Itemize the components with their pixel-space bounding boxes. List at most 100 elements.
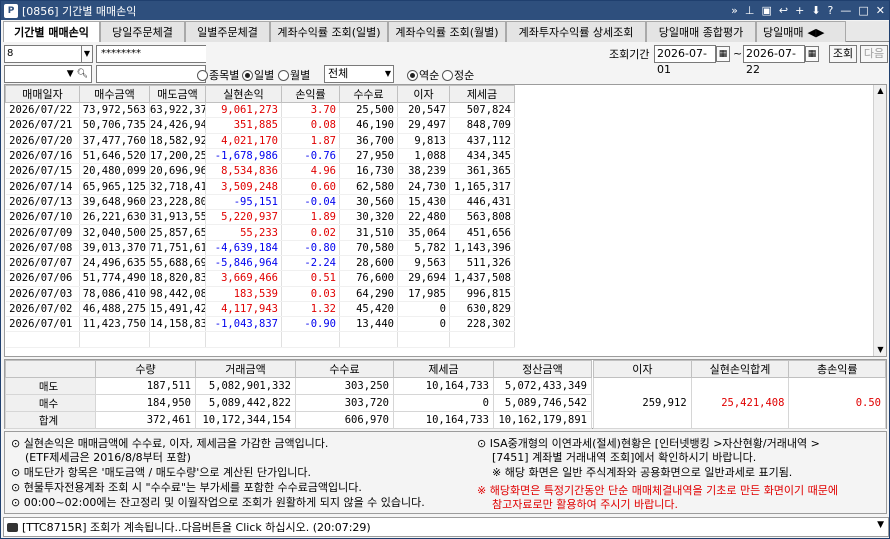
summary-header: 수량: [95, 360, 196, 378]
tab-return-detail[interactable]: 계좌투자수익률 상세조회: [506, 21, 646, 42]
table-cell: 0.03: [281, 286, 340, 302]
summary-cell: 372,461: [95, 411, 196, 429]
tab-scroll-icon[interactable]: ◀▶: [807, 26, 824, 39]
grid-header[interactable]: 매수금액: [79, 85, 150, 103]
table-row[interactable]: 2026/07/1339,648,96023,228,800-95,151-0.…: [5, 194, 515, 211]
table-cell: 1,143,396: [449, 240, 515, 256]
grid-header[interactable]: 수수료: [339, 85, 398, 103]
maximize-icon[interactable]: □: [858, 4, 868, 17]
note-left-5: ⊙ 00:00~02:00에는 잔고정리 및 이월작업으로 조회가 원활하게 되…: [11, 496, 425, 509]
close-icon[interactable]: ✕: [876, 4, 885, 17]
table-cell: 17,985: [397, 286, 450, 302]
table-row[interactable]: 2026/07/1520,480,09920,696,9618,534,8364…: [5, 163, 515, 180]
grid-header[interactable]: 매도금액: [149, 85, 206, 103]
realized-total-header: 실현손익합계: [690, 360, 790, 378]
search-button[interactable]: 조회: [829, 45, 857, 63]
radio-forward[interactable]: 정순: [442, 67, 474, 83]
grid-header[interactable]: 제세금: [449, 85, 515, 103]
radio-circle[interactable]: [407, 69, 418, 81]
pin-icon[interactable]: ⊥: [745, 4, 755, 17]
grid-scrollbar[interactable]: ▲ ▼: [873, 85, 886, 356]
table-cell: -1,043,837: [205, 316, 282, 333]
radio-by-item[interactable]: 종목별: [197, 67, 239, 83]
help-icon[interactable]: ?: [828, 4, 834, 17]
table-cell: 1.87: [281, 133, 340, 149]
table-cell: 2026/07/07: [5, 255, 80, 272]
link-icon[interactable]: ↩: [779, 4, 788, 17]
table-cell: 1.89: [281, 209, 340, 226]
table-row[interactable]: 2026/07/2150,706,73524,426,945351,8850.0…: [5, 117, 515, 134]
table-cell: 31,510: [339, 224, 398, 241]
code-search-field[interactable]: ▼ 🔍︎: [4, 65, 92, 83]
tab-today-trade[interactable]: 당일매매 ◀▶: [756, 21, 846, 42]
radio-reverse[interactable]: 역순: [407, 67, 439, 83]
radio-daily[interactable]: 일별: [242, 67, 274, 83]
table-cell: 15,491,423: [149, 301, 206, 318]
table-cell: 37,477,760: [79, 133, 150, 149]
calendar-to-icon[interactable]: ▦: [805, 46, 819, 62]
table-cell: 9,563: [397, 255, 450, 272]
search-icon[interactable]: 🔍︎: [77, 69, 88, 79]
add-icon[interactable]: +: [795, 4, 804, 17]
scroll-up-icon[interactable]: ▲: [874, 85, 886, 97]
table-cell: 2026/07/06: [5, 270, 80, 287]
tab-today-orders[interactable]: 당일주문체결: [100, 21, 185, 42]
table-cell: 16,730: [339, 163, 398, 180]
grid-header[interactable]: 매매일자: [5, 85, 80, 103]
table-cell: 11,423,750: [79, 316, 150, 333]
table-row[interactable]: 2026/07/1465,965,12532,718,4103,509,2480…: [5, 178, 515, 195]
table-row[interactable]: 2026/07/0839,013,37071,751,613-4,639,184…: [5, 240, 515, 256]
title-bar: P [0856] 기간별 매매손익 » ⊥ ▣ ↩ + ⬇ ? — □ ✕: [1, 1, 889, 20]
radio-circle[interactable]: [442, 69, 453, 81]
account-field[interactable]: 8: [4, 45, 92, 63]
grid-header[interactable]: 손익률: [281, 85, 340, 103]
table-row[interactable]: 2026/07/1026,221,63031,913,5505,220,9371…: [5, 209, 515, 226]
table-row[interactable]: 2026/07/0378,086,41098,442,080183,5390.0…: [5, 286, 515, 302]
table-cell: -0.80: [281, 240, 340, 256]
grid-header[interactable]: 이자: [397, 85, 450, 103]
minimize-icon[interactable]: —: [840, 4, 851, 17]
bookmark-icon[interactable]: ⬇: [811, 4, 820, 17]
table-cell: 30,320: [339, 209, 398, 226]
account-dropdown-icon[interactable]: ▼: [81, 45, 93, 63]
tab-daily-orders[interactable]: 일별주문체결: [185, 21, 270, 42]
radio-circle[interactable]: [242, 69, 253, 81]
table-cell: 31,913,550: [149, 209, 206, 226]
table-row[interactable]: 2026/07/0111,423,75014,158,830-1,043,837…: [5, 316, 515, 333]
layout-icon[interactable]: ▣: [761, 4, 771, 17]
tab-period-pnl[interactable]: 기간별 매매손익: [3, 21, 100, 42]
table-cell: 4,117,943: [205, 301, 282, 318]
date-from-field[interactable]: 2026-07-01: [654, 45, 716, 76]
calendar-from-icon[interactable]: ▦: [716, 46, 730, 62]
summary-cell: 187,511: [95, 377, 196, 395]
radio-circle[interactable]: [278, 69, 289, 81]
table-row[interactable]: 2026/07/0724,496,63555,688,695-5,846,964…: [5, 255, 515, 272]
table-cell: 64,290: [339, 286, 398, 302]
expand-icon[interactable]: »: [731, 4, 738, 17]
password-keypad[interactable]: [162, 46, 206, 62]
table-row[interactable]: 2026/07/0651,774,49018,820,8323,669,4660…: [5, 270, 515, 287]
radio-circle[interactable]: [197, 69, 208, 81]
table-row[interactable]: 2026/07/0246,488,27515,491,4234,117,9431…: [5, 301, 515, 318]
filter-select[interactable]: 전체 ▼: [324, 65, 394, 83]
code-name-field[interactable]: [96, 65, 206, 83]
scroll-down-icon[interactable]: ▼: [874, 344, 886, 356]
radio-monthly[interactable]: 월별: [278, 67, 310, 83]
next-button[interactable]: 다음: [860, 45, 888, 63]
table-row[interactable]: 2026/07/2037,477,76018,582,9204,021,1701…: [5, 133, 515, 149]
date-to-field[interactable]: 2026-07-22: [743, 45, 805, 76]
table-row[interactable]: 2026/07/1651,646,52017,200,250-1,678,986…: [5, 148, 515, 165]
chevron-down-icon[interactable]: ▼: [877, 520, 884, 530]
tab-return-daily[interactable]: 계좌수익률 조회(일별): [270, 21, 388, 42]
table-cell: 1.32: [281, 301, 340, 318]
table-cell: 630,829: [449, 301, 515, 318]
table-row[interactable]: 2026/07/2273,972,56363,922,3739,061,2733…: [5, 102, 515, 119]
chevron-down-icon[interactable]: ▼: [385, 66, 391, 82]
table-row[interactable]: 2026/07/0932,040,50025,857,65055,2330.02…: [5, 224, 515, 241]
note-right-3: ※ 해당 화면은 일반 주식계좌와 공용화면으로 일반과세로 표기됨.: [492, 466, 793, 479]
tab-today-summary[interactable]: 당일매매 종합평가: [646, 21, 756, 42]
grid-header[interactable]: 실현손익: [205, 85, 282, 103]
table-cell: 451,656: [449, 224, 515, 241]
summary-header: [5, 360, 96, 378]
tab-return-monthly[interactable]: 계좌수익률 조회(월별): [388, 21, 506, 42]
